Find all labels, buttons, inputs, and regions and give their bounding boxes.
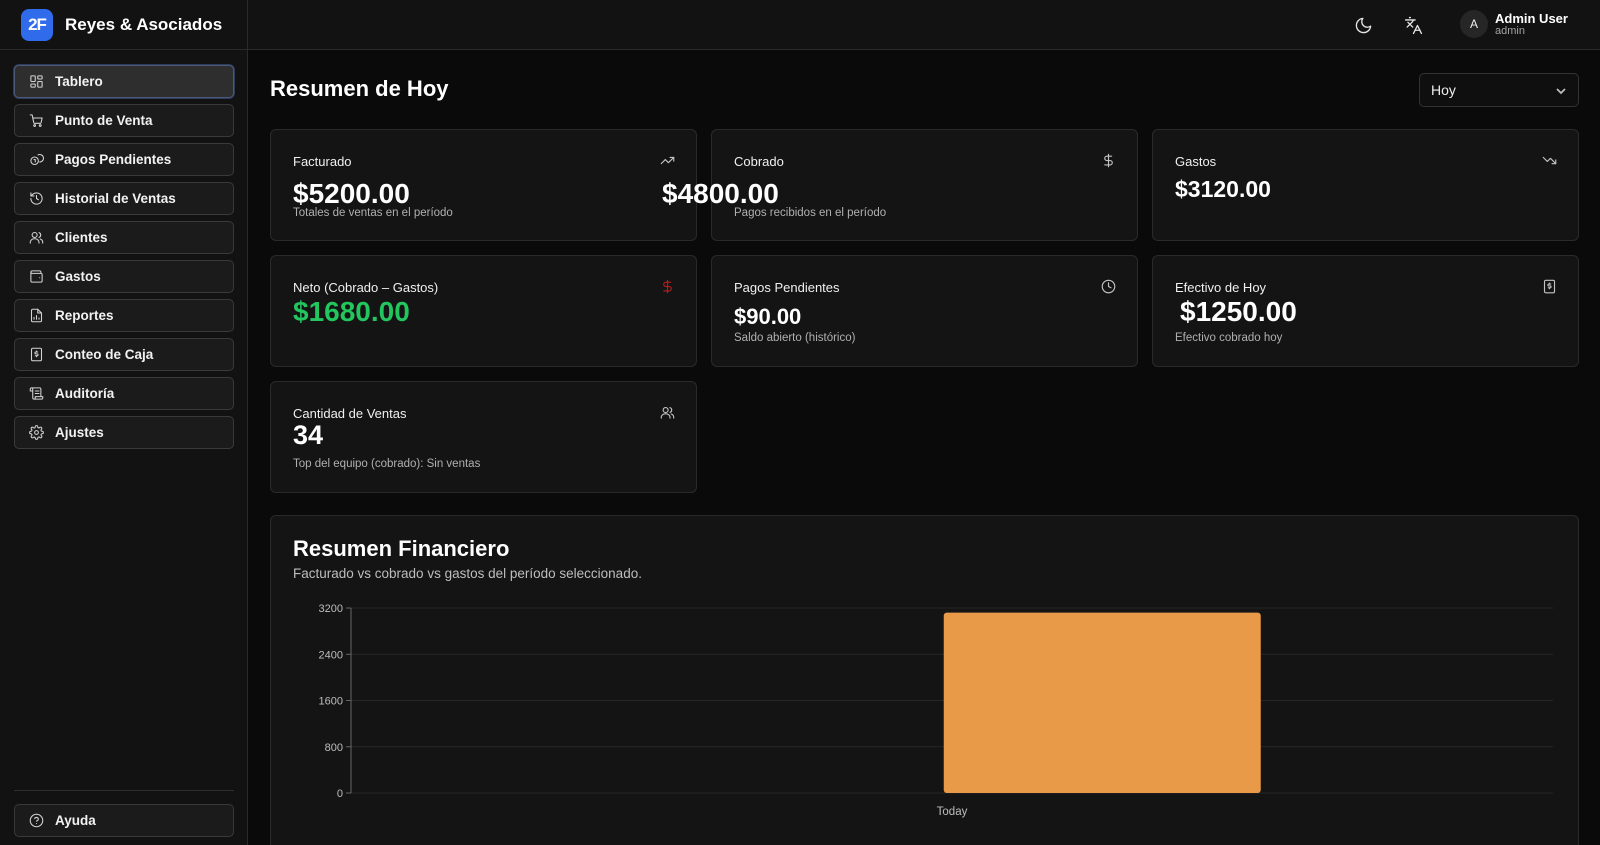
y-tick-label: 1600: [319, 696, 343, 708]
cart-icon: [29, 114, 43, 127]
trending-down-icon: [1542, 153, 1557, 168]
sidebar: 2F Reyes & Asociados Tablero Punto de Ve…: [0, 0, 248, 845]
clock-icon: [1101, 279, 1116, 294]
sidebar-item-conteo-de-caja[interactable]: Conteo de Caja: [14, 338, 234, 371]
dashboard-icon: [30, 75, 43, 88]
theme-toggle-button[interactable]: [1351, 13, 1375, 37]
bar: [943, 612, 1261, 793]
sidebar-item-tablero[interactable]: Tablero: [14, 65, 234, 98]
card-subtitle: Efectivo cobrado hoy: [1175, 332, 1283, 344]
sidebar-item-gastos[interactable]: Gastos: [14, 260, 234, 293]
y-tick-label: 2400: [319, 649, 343, 661]
period-select-value: Hoy: [1431, 82, 1456, 98]
card-label: Neto (Cobrado – Gastos): [293, 280, 439, 295]
card-label: Cantidad de Ventas: [293, 406, 407, 421]
user-name: Admin User: [1495, 10, 1568, 26]
sidebar-item-label: Punto de Venta: [55, 113, 153, 128]
user-role: admin: [1495, 24, 1525, 37]
financial-summary-chart: Resumen Financiero Facturado vs cobrado …: [270, 515, 1579, 845]
period-select[interactable]: Hoy: [1419, 73, 1579, 107]
help-label: Ayuda: [55, 813, 96, 828]
card-facturado: Facturado $5200.00 Totales de ventas en …: [270, 129, 697, 241]
card-pagos-pendientes: Pagos Pendientes $90.00 Saldo abierto (h…: [711, 255, 1138, 367]
sidebar-item-auditoria[interactable]: Auditoría: [14, 377, 234, 410]
card-label: Cobrado: [734, 154, 784, 169]
sidebar-item-label: Tablero: [55, 74, 103, 89]
chevron-down-icon: [1556, 88, 1566, 95]
topbar: A Admin User admin: [248, 0, 1600, 50]
card-subtitle: Saldo abierto (histórico): [734, 332, 856, 344]
wallet-icon: [30, 270, 43, 283]
users-icon: [29, 231, 44, 244]
app-logo[interactable]: 2F: [21, 8, 53, 41]
y-tick-label: 0: [337, 788, 343, 800]
sidebar-item-reportes[interactable]: Reportes: [14, 299, 234, 332]
card-cobrado: Cobrado $4800.00 Pagos recibidos en el p…: [662, 129, 1138, 241]
sidebar-item-clientes[interactable]: Clientes: [14, 221, 234, 254]
sidebar-item-historial-de-ventas[interactable]: Historial de Ventas: [14, 182, 234, 215]
card-value: $5200.00: [293, 178, 410, 209]
sidebar-item-pagos-pendientes[interactable]: Pagos Pendientes: [14, 143, 234, 176]
card-gastos: Gastos $3120.00: [1152, 129, 1579, 241]
sidebar-item-punto-de-venta[interactable]: Punto de Venta: [14, 104, 234, 137]
sidebar-item-label: Ajustes: [55, 425, 104, 440]
x-tick-label: Today: [937, 806, 968, 818]
card-value: 34: [293, 420, 324, 450]
card-value: $3120.00: [1175, 176, 1271, 202]
help-icon: [29, 813, 44, 828]
card-subtitle: Pagos recibidos en el período: [734, 207, 887, 219]
sidebar-nav: Tablero Punto de Venta Pagos Pendientes …: [14, 65, 234, 455]
app-name: Reyes & Asociados: [65, 14, 223, 34]
translate-icon: [1404, 16, 1422, 34]
report-icon: [30, 308, 43, 323]
audit-icon: [29, 387, 44, 400]
card-efectivo-de-hoy: Efectivo de Hoy $1250.00 Efectivo cobrad…: [1152, 255, 1579, 367]
brand: 2F Reyes & Asociados: [0, 0, 247, 50]
sidebar-item-ajustes[interactable]: Ajustes: [14, 416, 234, 449]
avatar: A: [1460, 10, 1488, 38]
card-label: Facturado: [293, 154, 352, 169]
history-icon: [30, 192, 43, 205]
help-button[interactable]: Ayuda: [14, 804, 234, 837]
settings-icon: [29, 425, 44, 440]
card-neto: Neto (Cobrado – Gastos) $1680.00: [270, 255, 697, 367]
language-button[interactable]: [1401, 13, 1425, 37]
user-info: Admin User admin: [1495, 12, 1568, 37]
dollar-icon: [660, 279, 675, 294]
trending-up-icon: [660, 153, 675, 168]
card-value: $1680.00: [293, 296, 410, 327]
dollar-icon: [1101, 153, 1116, 168]
moon-icon: [1355, 17, 1371, 33]
sidebar-item-label: Pagos Pendientes: [55, 152, 172, 167]
card-value: $90.00: [734, 304, 802, 329]
sidebar-item-label: Clientes: [55, 230, 108, 245]
page-title: Resumen de Hoy: [270, 76, 449, 101]
sidebar-item-label: Auditoría: [55, 386, 115, 401]
card-value: $1250.00: [1180, 296, 1297, 327]
sidebar-item-label: Conteo de Caja: [55, 347, 154, 362]
cash-register-icon: [1542, 279, 1557, 294]
card-cantidad-de-ventas: Cantidad de Ventas 34 Top del equipo (co…: [270, 381, 697, 493]
sidebar-item-label: Gastos: [55, 269, 101, 284]
users-icon: [660, 405, 675, 420]
card-label: Gastos: [1175, 154, 1217, 169]
card-subtitle: Top del equipo (cobrado): Sin ventas: [293, 458, 481, 470]
card-subtitle: Totales de ventas en el período: [293, 207, 453, 219]
y-tick-label: 3200: [319, 603, 343, 615]
card-value: $4800.00: [662, 178, 779, 209]
sidebar-item-label: Historial de Ventas: [55, 191, 176, 206]
sidebar-item-label: Reportes: [55, 308, 114, 323]
user-menu[interactable]: A Admin User admin: [1460, 10, 1568, 38]
cash-register-icon: [30, 347, 43, 362]
bar-chart: 0 800 1600 2400 3200 Today: [319, 603, 1553, 818]
sidebar-divider: [14, 790, 234, 791]
card-label: Efectivo de Hoy: [1175, 280, 1267, 295]
card-label: Pagos Pendientes: [734, 280, 840, 295]
coins-icon: [30, 153, 44, 166]
y-tick-label: 800: [325, 742, 343, 754]
